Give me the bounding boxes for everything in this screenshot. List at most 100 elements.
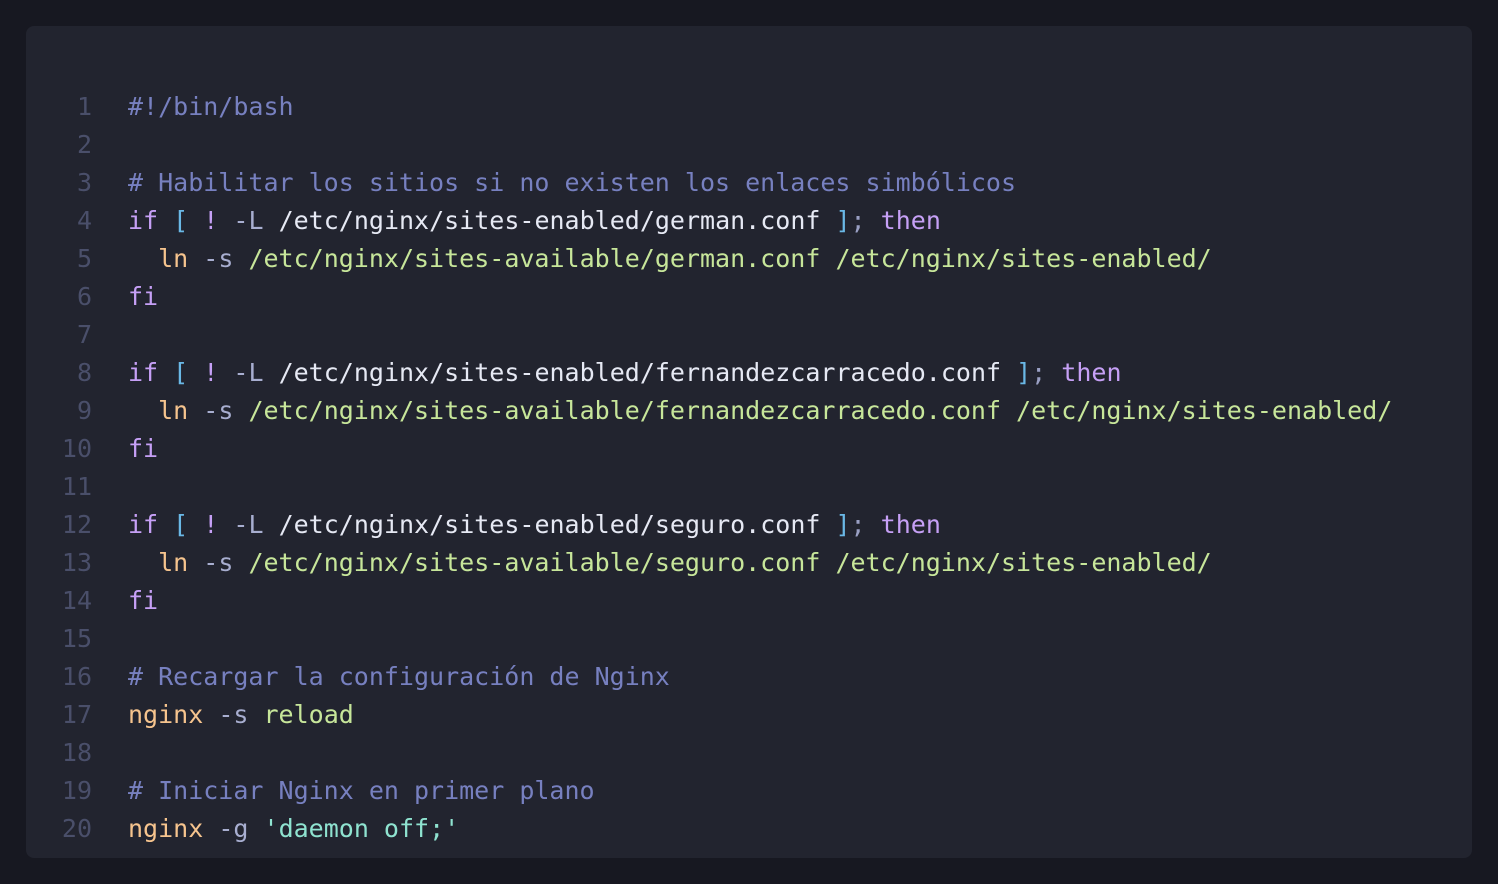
line-number: 2 bbox=[76, 130, 92, 159]
code-token: fi bbox=[128, 282, 159, 311]
code-token: [ bbox=[173, 358, 189, 387]
code-token: if bbox=[128, 510, 159, 539]
code-line: 17 nginx -s reload bbox=[26, 696, 1472, 734]
line-number: 8 bbox=[76, 358, 92, 387]
code-token: ! bbox=[203, 206, 219, 235]
code-token: -s bbox=[203, 396, 234, 425]
code-line: 12 if [ ! -L /etc/nginx/sites-enabled/seg… bbox=[26, 506, 1472, 544]
line-number: 13 bbox=[61, 548, 92, 577]
line-number: 20 bbox=[61, 814, 92, 843]
line-source: ln -s /etc/nginx/sites-available/fernand… bbox=[128, 392, 1392, 430]
code-token: ; bbox=[850, 206, 866, 235]
code-token: fi bbox=[128, 434, 159, 463]
code-token: ] bbox=[1016, 358, 1032, 387]
code-line: 15 bbox=[26, 620, 1472, 658]
code-line: 19 # Iniciar Nginx en primer plano bbox=[26, 772, 1472, 810]
line-source: if [ ! -L /etc/nginx/sites-enabled/germa… bbox=[128, 202, 941, 240]
code-token: nginx bbox=[128, 814, 204, 843]
code-token: ] bbox=[835, 510, 851, 539]
line-number: 18 bbox=[61, 738, 92, 767]
line-number: 1 bbox=[76, 92, 92, 121]
code-token: ; bbox=[850, 510, 866, 539]
line-number: 4 bbox=[76, 206, 92, 235]
code-token: ! bbox=[203, 358, 219, 387]
code-token: ln bbox=[158, 548, 189, 577]
code-token: -L bbox=[233, 510, 264, 539]
code-line: 7 bbox=[26, 316, 1472, 354]
code-token: # Iniciar Nginx en primer plano bbox=[128, 776, 595, 805]
code-line: 16 # Recargar la configuración de Nginx bbox=[26, 658, 1472, 696]
code-token: ! bbox=[203, 510, 219, 539]
code-token: ] bbox=[835, 206, 851, 235]
code-token: fi bbox=[128, 586, 159, 615]
line-number: 3 bbox=[76, 168, 92, 197]
code-token: #!/bin/bash bbox=[128, 92, 294, 121]
code-token: /etc/nginx/sites-available/fernandezcarr… bbox=[233, 396, 1393, 425]
line-number: 14 bbox=[61, 586, 92, 615]
code-token: # Recargar la configuración de Nginx bbox=[128, 662, 670, 691]
code-line: 4 if [ ! -L /etc/nginx/sites-enabled/germ… bbox=[26, 202, 1472, 240]
line-number: 11 bbox=[61, 472, 92, 501]
line-source: nginx -s reload bbox=[128, 696, 354, 734]
line-number: 12 bbox=[61, 510, 92, 539]
code-line: 3 # Habilitar los sitios si no existen lo… bbox=[26, 164, 1472, 202]
line-number: 17 bbox=[61, 700, 92, 729]
line-source: #!/bin/bash bbox=[128, 88, 294, 126]
line-number: 9 bbox=[76, 396, 92, 425]
code-token: reload bbox=[248, 700, 354, 729]
code-token: /etc/nginx/sites-enabled/german.conf bbox=[263, 206, 836, 235]
code-block[interactable]: 1 #!/bin/bash 2 3 # Habilitar los sitios si … bbox=[26, 88, 1472, 848]
code-token: -L bbox=[233, 206, 264, 235]
code-line: 14 fi bbox=[26, 582, 1472, 620]
code-token: /etc/nginx/sites-enabled/seguro.conf bbox=[263, 510, 836, 539]
code-token: ; bbox=[1031, 358, 1047, 387]
code-token: -s bbox=[203, 548, 234, 577]
code-token: if bbox=[128, 206, 159, 235]
line-number: 16 bbox=[61, 662, 92, 691]
code-line: 18 bbox=[26, 734, 1472, 772]
code-line: 5 ln -s /etc/nginx/sites-available/germa… bbox=[26, 240, 1472, 278]
code-token: -L bbox=[233, 358, 264, 387]
code-editor-panel: 1 #!/bin/bash 2 3 # Habilitar los sitios si … bbox=[26, 26, 1472, 858]
code-token: /etc/nginx/sites-enabled/fernandezcarrac… bbox=[263, 358, 1017, 387]
line-source: if [ ! -L /etc/nginx/sites-enabled/ferna… bbox=[128, 354, 1122, 392]
code-token: -s bbox=[203, 244, 234, 273]
code-token: -g bbox=[218, 814, 249, 843]
line-source: fi bbox=[128, 582, 158, 620]
code-token: [ bbox=[173, 206, 189, 235]
line-number: 5 bbox=[76, 244, 92, 273]
line-source: if [ ! -L /etc/nginx/sites-enabled/segur… bbox=[128, 506, 941, 544]
line-number: 7 bbox=[76, 320, 92, 349]
code-line: 8 if [ ! -L /etc/nginx/sites-enabled/fern… bbox=[26, 354, 1472, 392]
code-line: 2 bbox=[26, 126, 1472, 164]
code-token: then bbox=[880, 206, 941, 235]
code-token: -s bbox=[218, 700, 249, 729]
code-token: if bbox=[128, 358, 159, 387]
line-source: # Iniciar Nginx en primer plano bbox=[128, 772, 595, 810]
line-number: 15 bbox=[61, 624, 92, 653]
code-token: # Habilitar los sitios si no existen los… bbox=[128, 168, 1017, 197]
code-line: 6 fi bbox=[26, 278, 1472, 316]
code-token: /etc/nginx/sites-available/german.conf /… bbox=[233, 244, 1212, 273]
code-line: 11 bbox=[26, 468, 1472, 506]
code-token: ' bbox=[263, 814, 279, 843]
code-token: nginx bbox=[128, 700, 204, 729]
line-source: fi bbox=[128, 278, 158, 316]
